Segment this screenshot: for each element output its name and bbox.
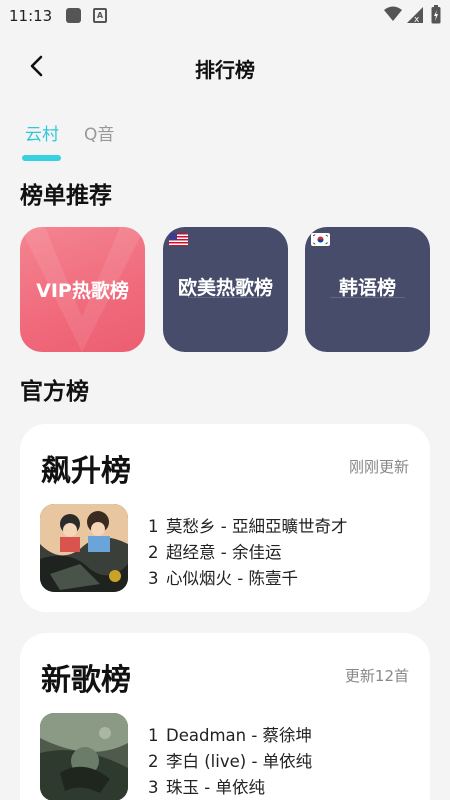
source-tabs: 云村 Q音 [22,120,224,166]
chart-tile-western[interactable]: 欧美热歌榜 [163,227,288,352]
song-title: 心似烟火 - 陈壹千 [166,569,298,588]
song-title: 李白 (live) - 单依纯 [166,752,313,771]
song-rank: 3 [148,778,159,797]
signal-icon: x [407,7,423,24]
battery-icon [431,5,441,24]
section-title-official: 官方榜 [20,379,89,405]
chart-card-new-songs[interactable]: 新歌榜 更新12首 1 Deadman - 蔡徐坤 2 李白 (live) - 单依… [20,633,430,800]
tile-label: VIP热歌榜 [36,280,129,302]
page-title: 排行榜 [195,58,255,82]
status-time: 11:13 [9,7,53,25]
korea-flag-icon [311,233,330,246]
chart-card-soaring[interactable]: 飙升榜 刚刚更新 1 莫愁乡 - 亞細亞曠世奇才 2 超经意 - 余佳运 3 心似烟火… [20,424,430,612]
song-row[interactable]: 2 李白 (live) - 单依纯 [148,749,312,775]
song-rank: 3 [148,569,159,588]
active-tab-indicator [22,155,61,161]
update-status: 更新12首 [344,667,409,685]
song-list: 1 Deadman - 蔡徐坤 2 李白 (live) - 单依纯 3 珠玉 - 单依… [148,723,312,800]
song-rank: 2 [148,752,159,771]
svg-text:x: x [414,15,420,24]
song-row[interactable]: 2 超经意 - 余佳运 [148,540,347,566]
song-rank: 1 [148,726,159,745]
section-title-recommend: 榜单推荐 [20,183,112,209]
song-row[interactable]: 1 Deadman - 蔡徐坤 [148,723,312,749]
app-notification-icon [66,8,81,23]
status-bar: 11:13 A x [0,0,450,34]
tile-label: 韩语榜 [338,277,396,299]
song-title: 莫愁乡 - 亞細亞曠世奇才 [166,517,348,536]
song-row[interactable]: 1 莫愁乡 - 亞細亞曠世奇才 [148,514,347,540]
song-title: 珠玉 - 单依纯 [166,778,265,797]
song-rank: 1 [148,517,159,536]
font-app-icon: A [93,8,107,23]
album-cover-image [40,713,128,800]
song-row[interactable]: 3 心似烟火 - 陈壹千 [148,566,347,592]
tab-yuncun[interactable]: 云村 [25,120,59,145]
song-row[interactable]: 3 珠玉 - 单依纯 [148,775,312,800]
tab-qyin[interactable]: Q音 [84,120,114,145]
tile-label: 欧美热歌榜 [177,277,273,299]
song-rank: 2 [148,543,159,562]
song-list: 1 莫愁乡 - 亞細亞曠世奇才 2 超经意 - 余佳运 3 心似烟火 - 陈壹千 [148,514,347,592]
card-title: 新歌榜 [41,663,131,698]
chart-tile-korean[interactable]: 韩语榜 [305,227,430,352]
us-flag-icon [169,233,188,246]
song-title: Deadman - 蔡徐坤 [166,726,313,745]
update-status: 刚刚更新 [348,458,409,476]
card-title: 飙升榜 [41,454,131,489]
wifi-icon [384,6,402,21]
song-title: 超经意 - 余佳运 [166,543,282,562]
chart-tile-vip[interactable]: VIP热歌榜 [20,227,145,352]
top-app-bar: 排行榜 [0,34,450,98]
album-cover-image [40,504,128,592]
